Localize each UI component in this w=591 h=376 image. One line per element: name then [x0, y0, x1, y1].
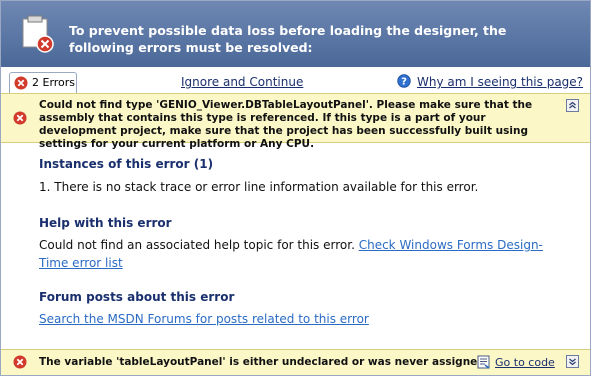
help-title: Help with this error — [39, 216, 172, 230]
chevron-up-icon — [569, 101, 576, 109]
designer-error-page: To prevent possible data loss before loa… — [0, 0, 591, 376]
document-error-icon — [22, 15, 54, 53]
error-message: Could not find type 'GENIO_Viewer.DBTabl… — [39, 99, 533, 150]
error-icon — [14, 76, 28, 90]
forum-title: Forum posts about this error — [39, 290, 235, 304]
help-icon[interactable]: ? — [397, 74, 411, 88]
errors-tab-label: 2 Errors — [32, 76, 76, 89]
forum-link[interactable]: Search the MSDN Forums for posts related… — [39, 310, 369, 328]
go-to-code-icon[interactable] — [477, 355, 491, 369]
go-to-code-link[interactable]: Go to code — [495, 356, 555, 369]
error-message-2: The variable 'tableLayoutPanel' is eithe… — [39, 356, 489, 368]
instances-title: Instances of this error (1) — [39, 157, 214, 171]
error-toolbar: 2 Errors Ignore and Continue ? Why am I … — [1, 67, 590, 93]
collapse-button[interactable] — [566, 99, 579, 112]
expand-button[interactable] — [566, 355, 579, 368]
help-text: Could not find an associated help topic … — [39, 236, 549, 272]
error-header: To prevent possible data loss before loa… — [1, 1, 590, 67]
help-link-part2: Time error list — [39, 256, 123, 270]
help-link-part1: Check Windows Forms Design- — [358, 238, 543, 252]
svg-text:?: ? — [401, 77, 407, 88]
errors-tab[interactable]: 2 Errors — [9, 72, 77, 93]
error-banner: Could not find type 'GENIO_Viewer.DBTabl… — [1, 93, 590, 150]
error-icon — [13, 355, 27, 369]
instance-item: 1. There is no stack trace or error line… — [39, 180, 479, 194]
header-message: To prevent possible data loss before loa… — [69, 23, 507, 55]
why-seeing-page-link[interactable]: Why am I seeing this page? — [417, 75, 583, 89]
error-icon — [13, 111, 27, 125]
ignore-and-continue-link[interactable]: Ignore and Continue — [181, 75, 303, 89]
help-text-line: Could not find an associated help topic … — [39, 238, 355, 252]
error-banner-2: The variable 'tableLayoutPanel' is eithe… — [1, 349, 590, 375]
chevron-down-icon — [569, 358, 576, 366]
